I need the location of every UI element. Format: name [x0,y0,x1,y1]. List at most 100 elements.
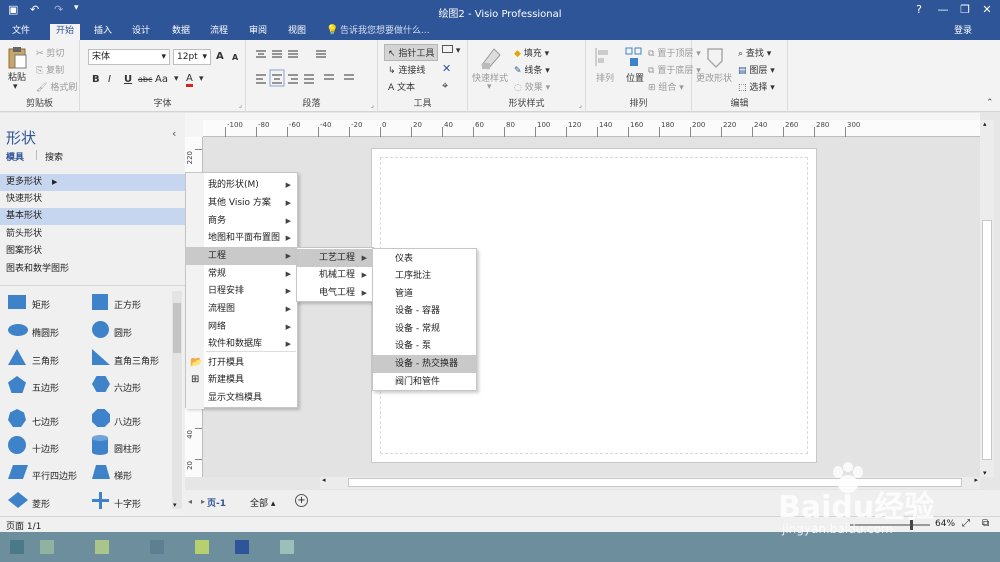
taskbar-icon[interactable] [95,540,109,554]
restore-button[interactable]: ❐ [954,2,976,18]
next-page-icon[interactable]: ▸ [201,497,205,506]
tab-home[interactable]: 开始 [50,24,80,40]
italic-button[interactable]: I [108,74,111,85]
page-number-status[interactable]: 页面 1/1 [6,519,41,532]
taskbar-icon[interactable] [150,540,164,554]
quick-styles-button[interactable] [478,45,504,74]
pointer-tool-button[interactable]: ↖ 指针工具 [384,44,439,61]
scroll-left-icon[interactable]: ◂ [322,476,326,484]
taskbar-icon[interactable] [280,540,294,554]
scroll-down-icon[interactable]: ▾ [173,501,177,509]
prev-page-icon[interactable]: ◂ [188,497,192,506]
change-case-dropdown-icon[interactable]: ▾ [174,74,179,84]
paragraph-dialog-launcher-icon[interactable]: ⌟ [371,101,374,109]
font-name-select[interactable]: 宋体 ▾ [88,49,170,65]
scroll-up-icon[interactable]: ▴ [983,120,987,128]
tab-design[interactable]: 设计 [126,24,156,40]
font-size-select[interactable]: 12pt ▾ [173,49,211,65]
taskbar-icon[interactable] [10,540,24,554]
vertical-scrollbar-thumb[interactable] [982,220,992,460]
tab-insert[interactable]: 插入 [88,24,118,40]
menu-item[interactable]: 新建模具 ⊞ [186,371,297,389]
tab-review[interactable]: 审阅 [243,24,273,40]
shrink-font-button[interactable]: A [232,53,238,62]
menu-item[interactable]: 电气工程 ▶ [297,284,373,302]
menu-item[interactable]: 阀门和管件 [373,373,476,391]
text-tool-button[interactable]: A 文本 [388,80,415,93]
fill-button[interactable]: ◆ 填充 ▾ [514,46,549,59]
category-more-shapes[interactable]: 更多形状 ▶ [0,174,185,191]
quick-styles-dropdown-icon[interactable]: ▾ [487,82,492,92]
menu-item[interactable]: 地图和平面布置图 ▶ [186,229,297,247]
category-quick-shapes[interactable]: 快速形状 [0,191,185,208]
taskbar-icon[interactable] [40,540,54,554]
paste-button[interactable] [6,46,30,72]
format-painter-button[interactable]: 🖌 格式刷 [36,80,77,93]
category-arrow-shapes[interactable]: 箭头形状 [0,226,185,243]
connector-tool-button[interactable]: ↳ 连接线 [388,63,425,76]
ribbon-options-button[interactable]: ? [908,2,930,18]
search-tab[interactable]: 搜索 [45,150,63,163]
connection-point-icon[interactable]: ⌖ [442,79,448,93]
stencils-tab[interactable]: 模具 [6,150,24,163]
collapse-ribbon-icon[interactable]: ⌃ [986,98,994,108]
effects-button[interactable]: ◌ 效果 ▾ [514,80,550,93]
tab-process[interactable]: 流程 [204,24,234,40]
rectangle-tool-button[interactable]: ▾ [442,45,460,56]
menu-item[interactable]: 管道 [373,285,476,303]
cut-button[interactable]: ✂ 剪切 [36,46,64,59]
copy-button[interactable]: ⎘ 复制 [36,63,64,76]
menu-item[interactable]: 我的形状(M) ▶ [186,176,297,194]
grow-font-button[interactable]: A [216,51,224,62]
menu-item[interactable]: 设备 - 常规 [373,320,476,338]
tab-file[interactable]: 文件 [6,24,36,40]
change-shape-button[interactable] [702,45,728,74]
category-basic-shapes[interactable]: 基本形状 [0,208,185,225]
menu-item[interactable]: 显示文档模具 [186,389,297,407]
menu-item[interactable]: 设备 - 容器 [373,302,476,320]
menu-item[interactable]: 工序批注 [373,267,476,285]
menu-item[interactable]: 其他 Visio 方案 ▶ [186,194,297,212]
menu-item[interactable]: 设备 - 泵 [373,337,476,355]
layers-button[interactable]: ▤ 图层 ▾ [738,63,775,76]
menu-item[interactable]: 流程图 ▶ [186,300,297,318]
align-button[interactable] [594,46,612,71]
find-button[interactable]: ⌕ 查找 ▾ [738,46,771,59]
vertical-scrollbar[interactable]: ▴ ▾ [980,120,994,477]
menu-item[interactable]: 商务 ▶ [186,212,297,230]
bold-button[interactable]: B [92,74,100,85]
taskbar-icon[interactable] [235,540,249,554]
category-charts-math[interactable]: 图表和数学图形 [0,261,185,278]
underline-button[interactable]: U [124,74,132,85]
font-color-button[interactable]: A [186,73,193,87]
close-tool-icon[interactable]: ✕ [442,62,451,75]
strikethrough-button[interactable]: abc [138,75,152,84]
switch-windows-icon[interactable]: ⧉ [982,518,989,529]
menu-item[interactable]: 日程安排 ▶ [186,282,297,300]
menu-item[interactable]: 打开模具 📂 [186,354,297,372]
page-tab-1[interactable]: 页-1 [207,496,226,509]
category-pattern-shapes[interactable]: 图案形状 [0,243,185,260]
collapse-pane-icon[interactable]: ‹ [172,127,176,140]
menu-item[interactable]: 工艺工程 ▶ [297,249,373,267]
menu-item[interactable]: 常规 ▶ [186,265,297,283]
pane-scrollbar-thumb[interactable] [173,303,181,353]
pane-scrollbar[interactable]: ▾ [172,291,182,509]
font-dialog-launcher-icon[interactable]: ⌟ [239,101,242,109]
tab-data[interactable]: 数据 [166,24,196,40]
group-button[interactable]: ⊞ 组合 ▾ [648,80,684,93]
all-pages-button[interactable]: 全部 ▴ [250,496,275,509]
menu-item[interactable]: 设备 - 热交换器 [373,355,476,373]
scroll-down-icon[interactable]: ▾ [983,469,987,477]
change-case-button[interactable]: Aa [155,74,168,85]
menu-item[interactable]: 机械工程 ▶ [297,266,373,284]
paste-dropdown-icon[interactable]: ▾ [13,82,18,92]
sign-in-link[interactable]: 登录 [948,24,978,40]
position-button[interactable] [624,46,644,71]
menu-item[interactable]: 网络 ▶ [186,318,297,336]
paragraph-buttons-icon[interactable] [254,48,374,100]
line-button[interactable]: ✎ 线条 ▾ [514,63,550,76]
menu-item[interactable]: 工程 ▶ [186,247,297,265]
font-color-dropdown-icon[interactable]: ▾ [199,74,204,84]
tell-me-input[interactable]: 告诉我您想要做什么... [340,24,440,40]
